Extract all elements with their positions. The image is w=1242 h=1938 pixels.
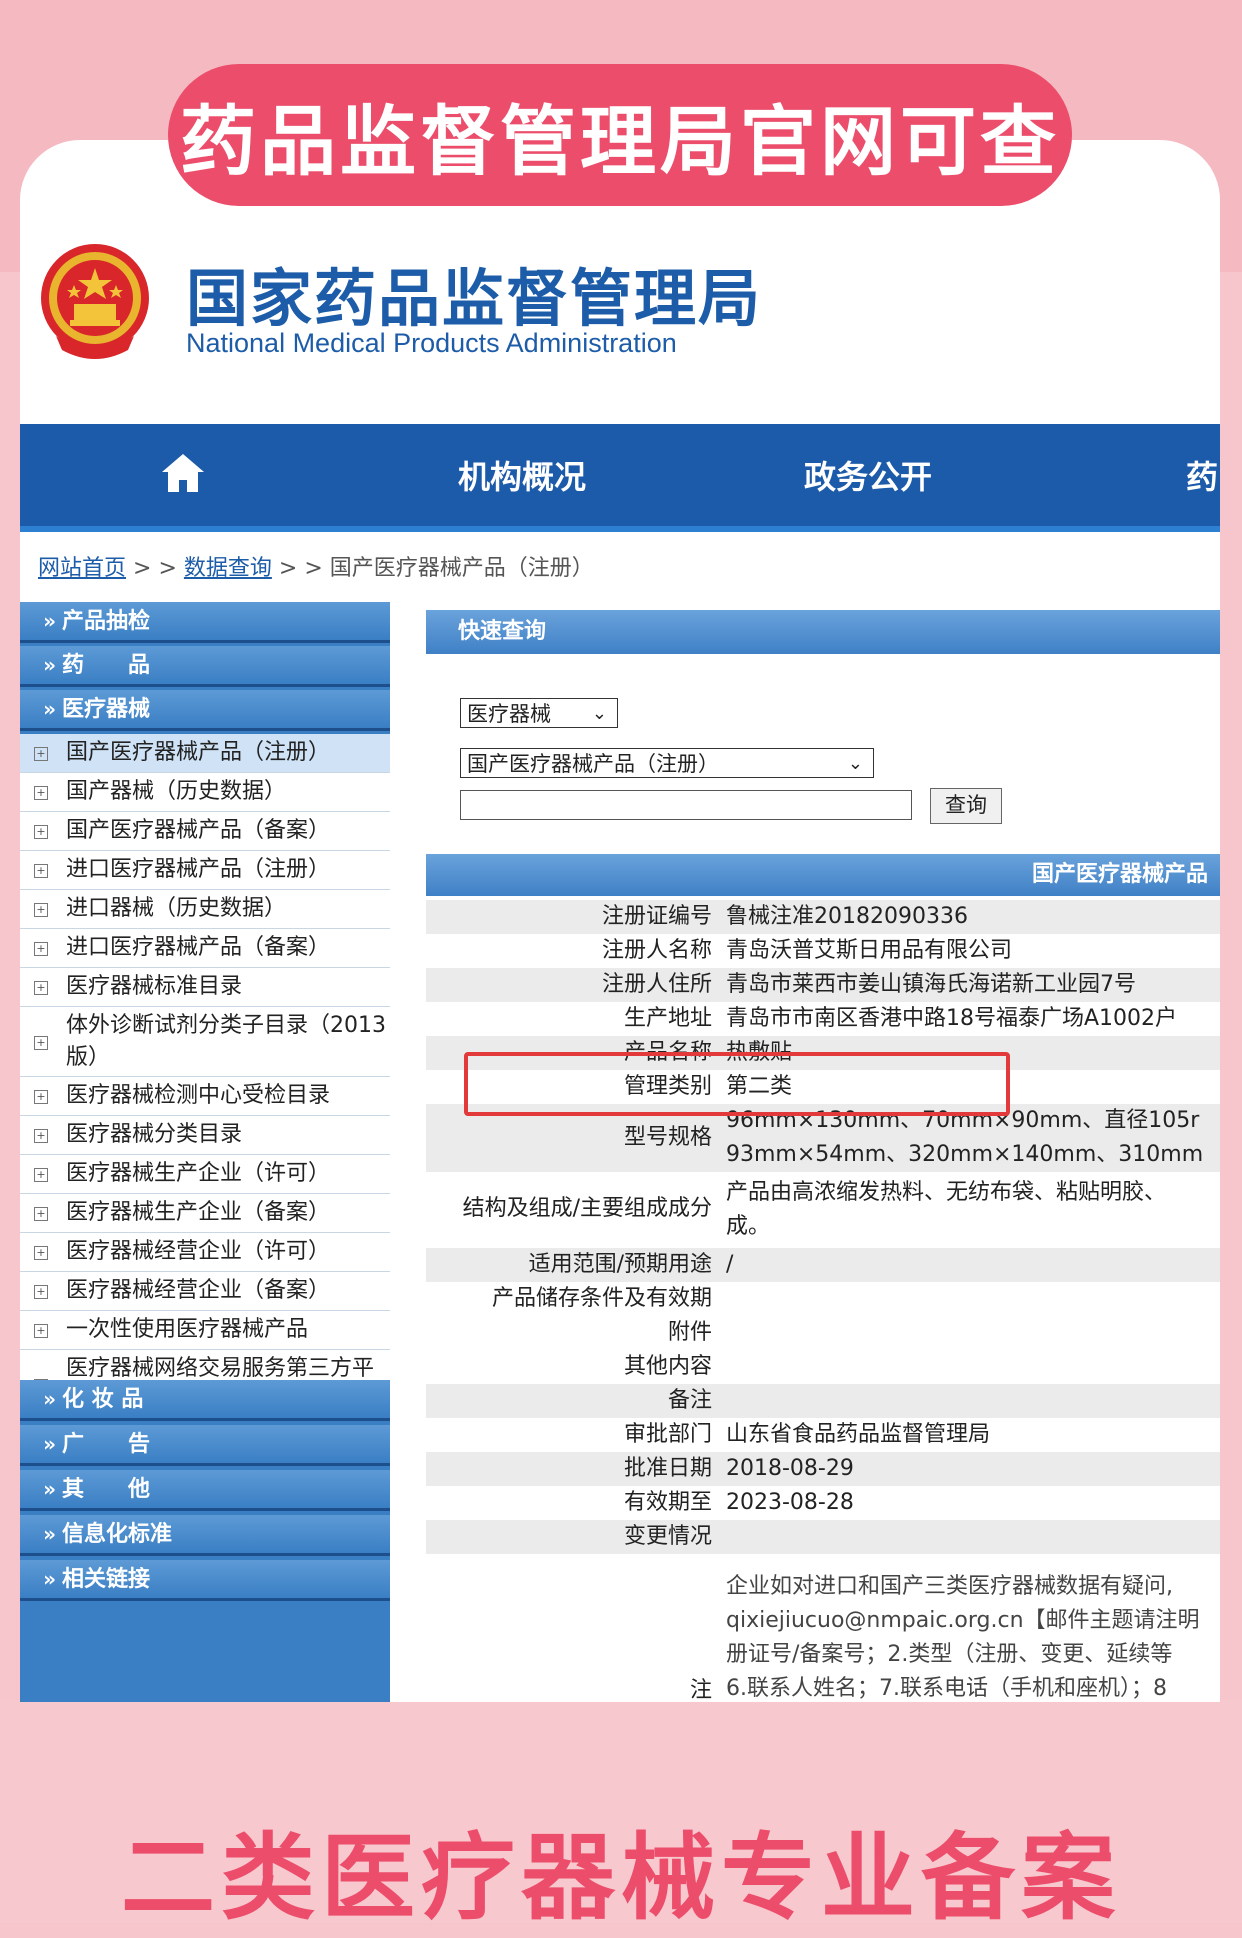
query-button[interactable]: 查询 [930,788,1002,824]
double-chevron-icon: » [43,653,56,677]
expand-box-icon: + [34,1207,48,1221]
sidebar-category-links[interactable]: » 相关链接 [20,1560,390,1601]
sidebar-item-trade-record[interactable]: + 医疗器械经营企业（备案） [20,1272,390,1311]
category-select[interactable]: 医疗器械 ⌄ [460,698,618,728]
sidebar-item-classification[interactable]: + 医疗器械分类目录 [20,1116,390,1155]
double-chevron-icon: » [43,1567,56,1591]
bottom-banner-text: 二类医疗器械专业备案 [120,1824,1121,1933]
sidebar-item-domestic-reg[interactable]: + 国产医疗器械产品（注册） [20,734,390,773]
sidebar-category-it-standards[interactable]: » 信息化标准 [20,1515,390,1556]
search-input[interactable] [460,790,912,820]
result-row: 注册人住所 青岛市莱西市姜山镇海氏海诺新工业园7号 [426,968,1220,1002]
sidebar-sub-list: + 国产医疗器械产品（注册） + 国产器械（历史数据） + 国产医疗器械产品（备案） … [20,734,390,1420]
breadcrumb-separator: > > [133,556,177,581]
expand-box-icon: + [34,786,48,800]
double-chevron-icon: » [43,697,56,721]
double-chevron-icon: » [43,1477,56,1501]
subcategory-select[interactable]: 国产医疗器械产品（注册） ⌄ [460,748,874,778]
main-content: 快速查询 医疗器械 ⌄ 国产医疗器械产品（注册） ⌄ 查询 国产医疗器械产品 注册证… [426,610,1220,1702]
sidebar-item-disposable[interactable]: + 一次性使用医疗器械产品 [20,1311,390,1350]
highlight-box [464,1052,1010,1116]
sidebar-item-trade-license[interactable]: + 医疗器械经营企业（许可） [20,1233,390,1272]
top-banner: 药品监督管理局官网可查 [168,64,1072,206]
expand-box-icon: + [34,903,48,917]
national-emblem-icon [41,244,149,359]
result-row: 适用范围/预期用途 / [426,1248,1220,1282]
result-row: 变更情况 [426,1520,1220,1554]
sidebar-item-import-reg[interactable]: + 进口医疗器械产品（注册） [20,851,390,890]
breadcrumb-query-link[interactable]: 数据查询 [184,556,272,581]
expand-box-icon: + [34,747,48,761]
result-row: 附件 [667,1320,712,1345]
sidebar-item-standards[interactable]: + 医疗器械标准目录 [20,968,390,1007]
result-row: 结构及组成/主要组成成分 产品由高浓缩发热料、无纺布袋、粘贴明胶、 成。 [462,1180,1167,1239]
sidebar-item-import-history[interactable]: + 进口器械（历史数据） [20,890,390,929]
sidebar-item-domestic-record[interactable]: + 国产医疗器械产品（备案） [20,812,390,851]
nav-item-gov-affairs[interactable]: 政务公开 [804,452,932,498]
sidebar-item-mfg-license[interactable]: + 医疗器械生产企业（许可） [20,1155,390,1194]
sidebar-item-ivd-catalog[interactable]: + 体外诊断试剂分类子目录（2013版） [20,1007,390,1077]
expand-box-icon: + [34,1168,48,1182]
result-row: 生产地址 青岛市市南区香港中路18号福泰广场A1002户 [623,1006,1178,1031]
result-row: 有效期至 2023-08-28 [623,1490,854,1515]
double-chevron-icon: » [43,1432,56,1456]
site-subtitle: National Medical Products Administration [186,328,677,358]
sidebar-item-mfg-record[interactable]: + 医疗器械生产企业（备案） [20,1194,390,1233]
sidebar-category-devices[interactable]: » 医疗器械 [20,690,390,731]
result-row: 注册证编号 鲁械注准20182090336 [426,900,1220,934]
sidebar-item-domestic-history[interactable]: + 国产器械（历史数据） [20,773,390,812]
home-icon[interactable] [160,452,206,494]
expand-box-icon: + [34,864,48,878]
result-row-note: 注 企业如对进口和国产三类医疗器械数据有疑问, qixiejiucuo@nmpa… [689,1574,1200,1702]
double-chevron-icon: » [43,1522,56,1546]
nav-item-about[interactable]: 机构概况 [458,452,586,498]
main-nav: 机构概况 政务公开 药 [20,424,1220,532]
result-row: 产品储存条件及有效期 [491,1286,712,1311]
expand-box-icon: + [34,1090,48,1104]
expand-box-icon: + [34,825,48,839]
result-row: 批准日期 2018-08-29 [426,1452,1220,1486]
result-row: 注册人名称 青岛沃普艾斯日用品有限公司 [601,938,1013,963]
website-screenshot: 国家药品监督管理局 National Medical Products Admi… [20,140,1220,1702]
result-row: 其他内容 [623,1354,712,1379]
sidebar-category-cosmetics[interactable]: » 化 妆 品 [20,1380,390,1421]
double-chevron-icon: » [43,609,56,633]
breadcrumb-home-link[interactable]: 网站首页 [38,556,126,581]
quick-query-header: 快速查询 [426,610,1220,654]
breadcrumb-current: 国产医疗器械产品（注册） [329,556,594,581]
sidebar-category-other[interactable]: » 其 他 [20,1470,390,1511]
expand-box-icon: + [34,1129,48,1143]
breadcrumb: 网站首页 > > 数据查询 > > 国产医疗器械产品（注册） [38,550,594,582]
sidebar-category-sampling[interactable]: » 产品抽检 [20,602,390,643]
sidebar-category-ads[interactable]: » 广 告 [20,1425,390,1466]
double-chevron-icon: » [43,1387,56,1411]
site-title: 国家药品监督管理局 [186,262,763,335]
breadcrumb-separator: > > [278,556,323,581]
expand-box-icon: + [34,1036,48,1050]
sidebar-item-import-record[interactable]: + 进口医疗器械产品（备案） [20,929,390,968]
nav-item-drugs[interactable]: 药 [1186,452,1218,498]
expand-box-icon: + [34,981,48,995]
sidebar-item-test-center[interactable]: + 医疗器械检测中心受检目录 [20,1077,390,1116]
chevron-down-icon: ⌄ [847,753,863,774]
expand-box-icon: + [34,1324,48,1338]
sidebar-category-drugs[interactable]: » 药 品 [20,646,390,687]
result-row: 审批部门 山东省食品药品监督管理局 [623,1422,991,1447]
expand-box-icon: + [34,942,48,956]
sidebar: » 产品抽检 » 药 品 » 医疗器械 + 国产医疗器械产品（注册） + 国产器械（历史数… [20,602,390,1702]
expand-box-icon: + [34,1285,48,1299]
chevron-down-icon: ⌄ [591,703,607,724]
result-row: 备注 [426,1384,1220,1418]
expand-box-icon: + [34,1246,48,1260]
result-header: 国产医疗器械产品 [426,854,1220,896]
